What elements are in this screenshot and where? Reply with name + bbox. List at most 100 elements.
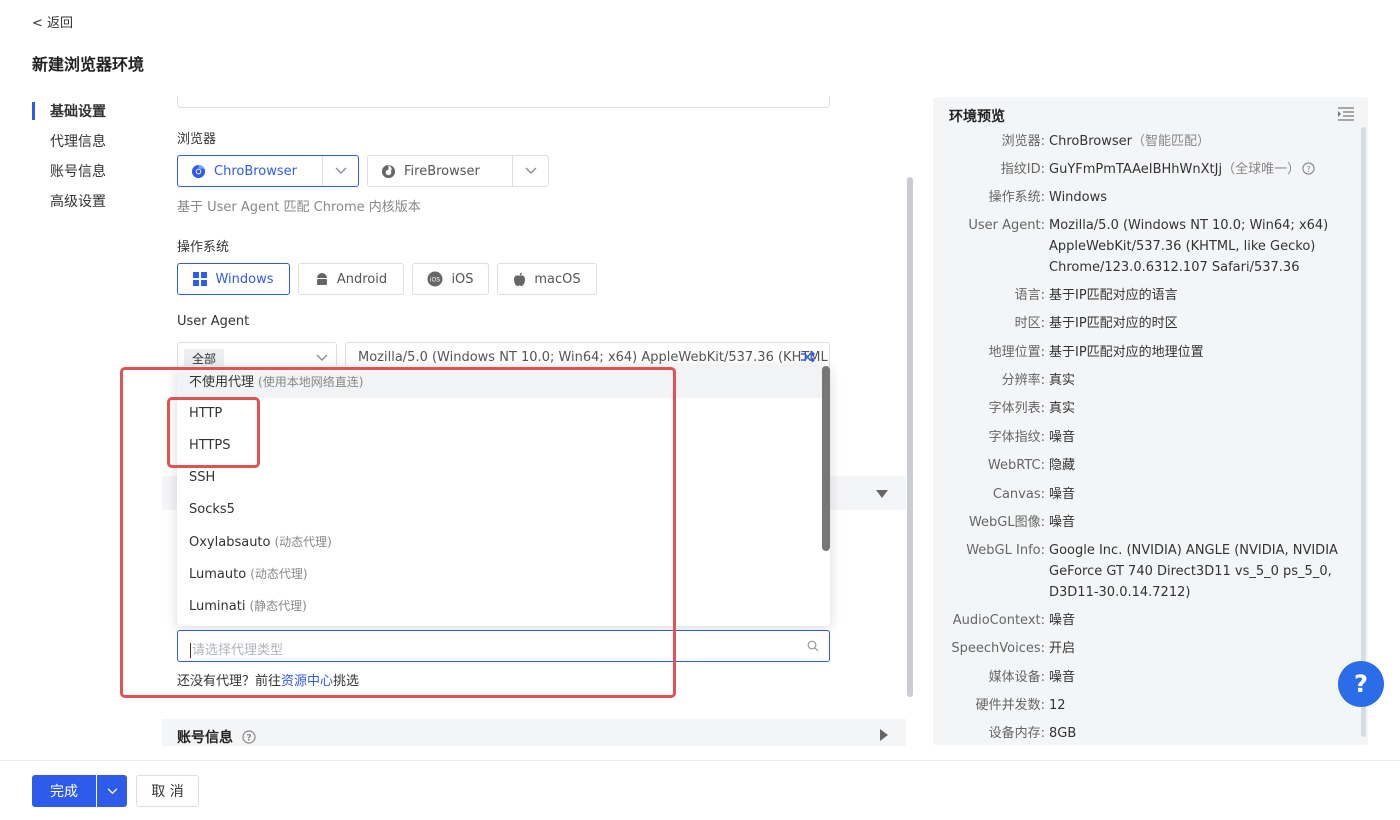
proxy-option[interactable]: SSH: [177, 462, 830, 494]
os-label-macos: macOS: [534, 271, 581, 287]
preview-key: 设备内存:: [988, 726, 1045, 741]
proxy-option[interactable]: Oxylabsauto (动态代理): [177, 526, 830, 558]
apple-icon: [513, 272, 526, 287]
proxy-option[interactable]: HTTPS: [177, 430, 830, 462]
preview-value: 噪音: [1049, 430, 1076, 445]
browser-hint: 基于 User Agent 匹配 Chrome 内核版本: [177, 200, 421, 215]
preview-key: 浏览器:: [1001, 134, 1045, 149]
os-macos-button[interactable]: macOS: [497, 263, 597, 295]
windows-icon: [193, 272, 208, 286]
preview-key: 操作系统:: [988, 190, 1045, 205]
ios-icon: iOS: [427, 271, 443, 287]
proxy-option-label: HTTPS: [189, 438, 231, 453]
preview-key: User Agent:: [968, 218, 1045, 233]
preview-value: 噪音: [1049, 613, 1076, 628]
footer-bar: 完成 取 消: [0, 760, 1400, 820]
question-circle-icon[interactable]: ?: [1302, 161, 1315, 182]
proxy-option-label: Lumauto: [189, 567, 247, 582]
proxy-option-label: Oxylabsauto: [189, 535, 271, 550]
proxy-option[interactable]: HTTP: [177, 398, 830, 430]
env-name-input[interactable]: [177, 96, 830, 108]
dropdown-scrollbar[interactable]: [822, 366, 830, 626]
preview-value: 噪音: [1049, 515, 1076, 530]
question-circle-icon[interactable]: ?: [242, 730, 256, 746]
account-section-bar[interactable]: 账号信息 ?: [162, 719, 906, 746]
svg-text:?: ?: [1306, 164, 1310, 174]
preview-value: Google Inc. (NVIDIA) ANGLE (NVIDIA, NVID…: [1049, 543, 1338, 600]
nav-item-basic[interactable]: 基础设置: [32, 100, 152, 130]
proxy-type-placeholder: 请选择代理类型: [190, 643, 284, 658]
svg-text:?: ?: [246, 734, 251, 744]
proxy-option-label: HTTP: [189, 406, 223, 421]
os-label: 操作系统: [177, 240, 230, 255]
os-windows-button[interactable]: Windows: [177, 263, 290, 295]
preview-value: 隐藏: [1049, 458, 1076, 473]
browser-label: 浏览器: [177, 132, 217, 147]
proxy-type-input[interactable]: 请选择代理类型: [177, 630, 830, 662]
preview-value: 基于IP匹配对应的地理位置: [1049, 345, 1204, 360]
proxy-option[interactable]: Luminati (静态代理): [177, 590, 830, 622]
preview-value: 真实: [1049, 373, 1076, 388]
chevron-down-icon: [107, 784, 118, 799]
preview-extra: （智能匹配）: [1132, 134, 1211, 149]
browser-select-chro[interactable]: ChroBrowser: [177, 155, 359, 187]
preview-key: 字体指纹:: [988, 430, 1045, 445]
preview-key: 分辨率:: [1001, 373, 1045, 388]
ua-label: User Agent: [177, 314, 250, 329]
done-dropdown-button[interactable]: [97, 775, 127, 807]
proxy-option-note: (动态代理): [250, 567, 308, 581]
account-section-title: 账号信息 ?: [177, 727, 256, 746]
preview-scrollbar[interactable]: [1361, 127, 1366, 737]
preview-key: 语言:: [1014, 288, 1045, 303]
os-android-button[interactable]: Android: [298, 263, 404, 295]
preview-key: SpeechVoices:: [951, 641, 1045, 656]
android-icon: [315, 272, 329, 286]
os-label-windows: Windows: [215, 271, 274, 287]
proxy-option-label: Luminati: [189, 599, 246, 614]
firefox-icon: [380, 163, 396, 179]
preview-value: Windows: [1049, 190, 1108, 205]
resource-center-link[interactable]: 资源中心: [281, 674, 333, 689]
os-ios-button[interactable]: iOS iOS: [412, 263, 489, 295]
env-preview-panel: 环境预览 浏览器: ChroBrowser（智能匹配） 指纹ID: GuYFmPmTA…: [933, 97, 1368, 745]
preview-key: 字体列表:: [988, 401, 1045, 416]
preview-key: 指纹ID:: [1000, 162, 1045, 177]
back-link[interactable]: < 返回: [32, 12, 73, 31]
shuffle-icon[interactable]: [801, 351, 815, 367]
preview-key: WebGL Info:: [966, 543, 1045, 558]
preview-key: 硬件并发数:: [975, 698, 1045, 713]
cancel-button[interactable]: 取 消: [136, 775, 199, 807]
nav-item-proxy[interactable]: 代理信息: [32, 130, 152, 160]
preview-title: 环境预览: [949, 109, 1005, 125]
chevron-down-icon: [316, 351, 328, 366]
page-title: 新建浏览器环境: [32, 55, 145, 74]
proxy-option-label: 不使用代理: [189, 375, 255, 390]
preview-key: WebGL图像:: [968, 515, 1045, 530]
done-button[interactable]: 完成: [32, 775, 96, 807]
nav-item-account[interactable]: 账号信息: [32, 160, 152, 190]
ua-value: Mozilla/5.0 (Windows NT 10.0; Win64; x64…: [358, 350, 830, 365]
browser-option-label: FireBrowser: [404, 163, 480, 179]
preview-key: 地理位置:: [988, 345, 1045, 360]
preview-value: 基于IP匹配对应的时区: [1049, 316, 1178, 331]
os-label-ios: iOS: [451, 271, 474, 287]
anchor-nav: 基础设置 代理信息 账号信息 高级设置: [32, 100, 152, 220]
proxy-option[interactable]: 不使用代理 (使用本地网络直连): [177, 366, 830, 398]
preview-value: ChroBrowser（智能匹配）: [1049, 134, 1211, 149]
preview-value: 真实: [1049, 401, 1076, 416]
preview-value: 12: [1049, 698, 1066, 713]
form-scrollbar[interactable]: [907, 97, 913, 747]
proxy-option-note: (动态代理): [274, 535, 332, 549]
preview-key: Canvas:: [992, 487, 1045, 502]
nav-item-advanced[interactable]: 高级设置: [32, 190, 152, 220]
proxy-option-label: SSH: [189, 470, 216, 485]
browser-select-fire[interactable]: FireBrowser: [367, 155, 549, 187]
browser-option-label: ChroBrowser: [214, 163, 298, 179]
proxy-option[interactable]: Socks5: [177, 494, 830, 526]
menu-fold-icon[interactable]: [1338, 107, 1354, 125]
proxy-option-label: Socks5: [189, 502, 235, 517]
proxy-option[interactable]: Lumauto (动态代理): [177, 558, 830, 590]
chevron-down-icon: [512, 156, 548, 186]
help-button[interactable]: ?: [1338, 661, 1384, 707]
caret-right-icon: [880, 729, 888, 745]
